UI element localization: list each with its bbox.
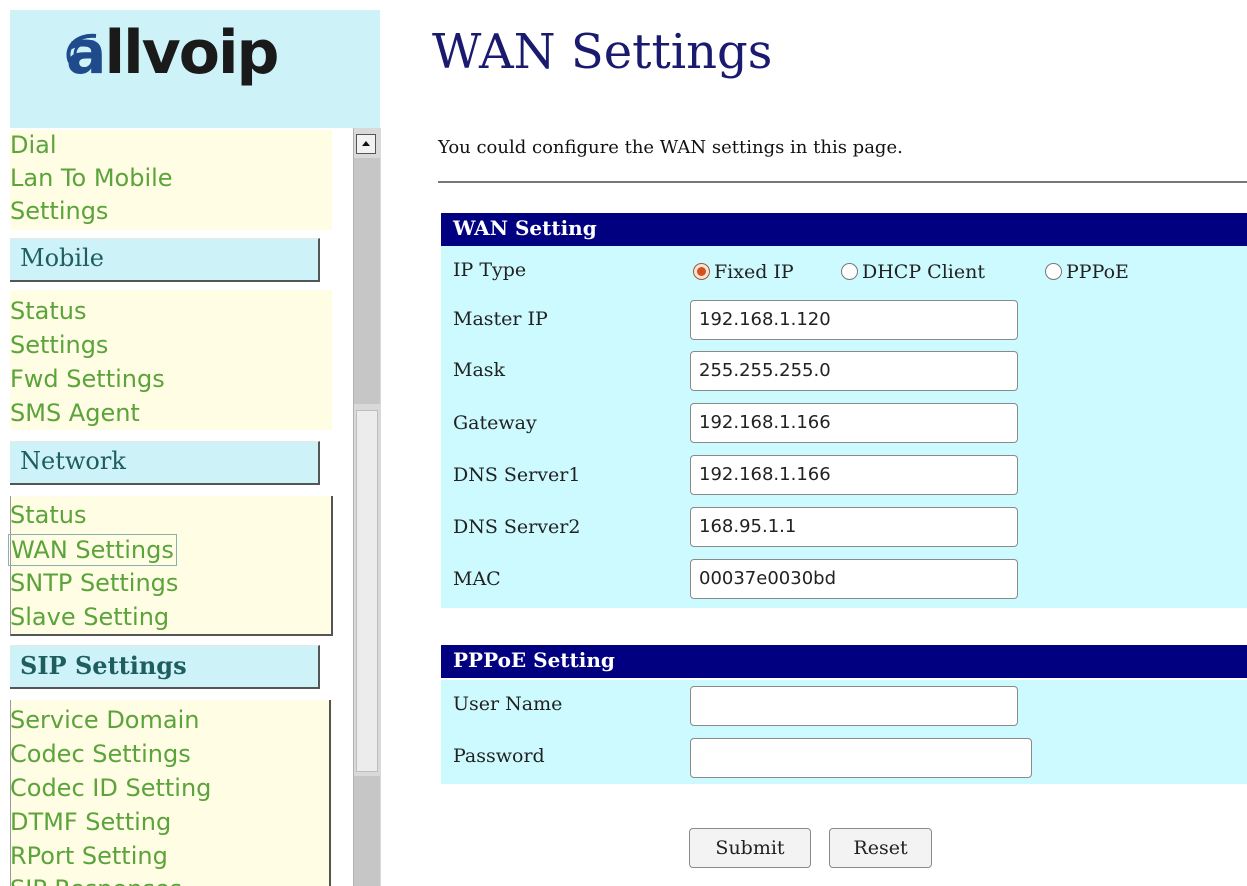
user-name-row: User Name — [441, 680, 1247, 732]
mac-row: MAC 00037e0030bd — [441, 556, 1247, 608]
dns-server2-input[interactable]: 168.95.1.1 — [690, 507, 1018, 547]
mask-label: Mask — [453, 359, 506, 381]
sidebar-header-label: Network — [20, 447, 126, 475]
submit-button[interactable]: Submit — [689, 828, 811, 868]
page-title: WAN Settings — [432, 24, 773, 80]
sidebar-item-mobile-status[interactable]: Status — [10, 296, 86, 326]
radio-fixed-ip[interactable]: Fixed IP — [693, 261, 794, 283]
mask-input[interactable]: 255.255.255.0 — [690, 351, 1018, 391]
sidebar-scrollbar[interactable] — [353, 128, 381, 886]
scroll-track-lower[interactable] — [354, 776, 380, 886]
user-name-input[interactable] — [690, 686, 1018, 726]
sidebar-item-codec-settings[interactable]: Codec Settings — [10, 739, 191, 769]
pppoe-setting-header: PPPoE Setting — [441, 645, 1247, 678]
logo-text-a: a — [66, 18, 106, 88]
radio-unselected-icon[interactable] — [841, 263, 858, 280]
dns-server1-label: DNS Server1 — [453, 464, 581, 486]
sidebar: allvoip Dial Lan To Mobile Settings Mobi… — [0, 0, 382, 886]
gateway-row: Gateway 192.168.1.166 — [441, 400, 1247, 452]
sidebar-item-dial[interactable]: Dial — [10, 130, 57, 160]
dns-server2-row: DNS Server2 168.95.1.1 — [441, 504, 1247, 556]
ip-type-row: IP Type Fixed IP DHCP Client PPPoE — [441, 246, 1247, 298]
user-name-label: User Name — [453, 693, 563, 715]
sidebar-item-mobile-settings[interactable]: Settings — [10, 330, 108, 360]
sidebar-item-network-status[interactable]: Status — [10, 500, 86, 530]
mac-input[interactable]: 00037e0030bd — [690, 559, 1018, 599]
master-ip-label: Master IP — [453, 308, 548, 330]
sidebar-header-label: SIP Settings — [20, 651, 187, 680]
divider — [438, 181, 1247, 183]
page-intro: You could configure the WAN settings in … — [438, 137, 903, 158]
reset-button[interactable]: Reset — [829, 828, 932, 868]
password-input[interactable] — [690, 738, 1032, 778]
sidebar-header-sip-settings[interactable]: SIP Settings — [10, 645, 320, 689]
sidebar-item-dtmf-setting[interactable]: DTMF Setting — [10, 807, 171, 837]
sidebar-item-fwd-settings[interactable]: Fwd Settings — [10, 364, 165, 394]
mac-label: MAC — [453, 568, 501, 590]
master-ip-row: Master IP 192.168.1.120 — [441, 296, 1247, 348]
wan-setting-header: WAN Setting — [441, 213, 1247, 246]
radio-unselected-icon[interactable] — [1045, 263, 1062, 280]
dns-server2-label: DNS Server2 — [453, 516, 581, 538]
sidebar-item-lan-to-mobile[interactable]: Lan To Mobile — [10, 163, 173, 193]
radio-dhcp-client[interactable]: DHCP Client — [841, 261, 985, 283]
radio-pppoe-label: PPPoE — [1066, 261, 1129, 283]
sidebar-header-label: Mobile — [20, 244, 104, 272]
sidebar-item-wan-settings[interactable]: WAN Settings — [8, 534, 177, 566]
pppoe-setting-title: PPPoE Setting — [453, 648, 615, 672]
sidebar-item-codec-id-setting[interactable]: Codec ID Setting — [10, 773, 211, 803]
password-label: Password — [453, 745, 545, 767]
sidebar-item-rport-setting[interactable]: RPort Setting — [10, 841, 168, 871]
scroll-up-arrow-icon[interactable] — [356, 134, 376, 154]
sidebar-item-sntp-settings[interactable]: SNTP Settings — [10, 568, 178, 598]
gateway-input[interactable]: 192.168.1.166 — [690, 403, 1018, 443]
sidebar-header-network[interactable]: Network — [10, 441, 320, 485]
radio-selected-icon[interactable] — [693, 263, 710, 280]
sidebar-header-mobile[interactable]: Mobile — [10, 238, 320, 282]
sidebar-item-sip-responses[interactable]: SIP Responses — [10, 874, 182, 886]
radio-pppoe[interactable]: PPPoE — [1045, 261, 1129, 283]
sidebar-item-lan-settings[interactable]: Settings — [10, 196, 108, 226]
sidebar-item-sms-agent[interactable]: SMS Agent — [10, 398, 140, 428]
logo-text-rest: llvoip — [104, 18, 280, 88]
logo-panel: allvoip — [10, 10, 380, 128]
dns-server1-row: DNS Server1 192.168.1.166 — [441, 452, 1247, 504]
mask-row: Mask 255.255.255.0 — [441, 348, 1247, 400]
dns-server1-input[interactable]: 192.168.1.166 — [690, 455, 1018, 495]
master-ip-input[interactable]: 192.168.1.120 — [690, 300, 1018, 340]
wan-setting-title: WAN Setting — [453, 216, 597, 240]
password-row: Password — [441, 732, 1247, 784]
scroll-track-upper[interactable] — [354, 158, 380, 404]
radio-dhcp-client-label: DHCP Client — [862, 261, 985, 283]
radio-fixed-ip-label: Fixed IP — [714, 261, 794, 283]
gateway-label: Gateway — [453, 412, 537, 434]
ip-type-label: IP Type — [453, 259, 527, 281]
sidebar-item-slave-setting[interactable]: Slave Setting — [10, 602, 169, 632]
sidebar-item-service-domain[interactable]: Service Domain — [10, 705, 199, 735]
logo-text: allvoip — [66, 18, 280, 88]
scroll-thumb[interactable] — [356, 410, 378, 772]
